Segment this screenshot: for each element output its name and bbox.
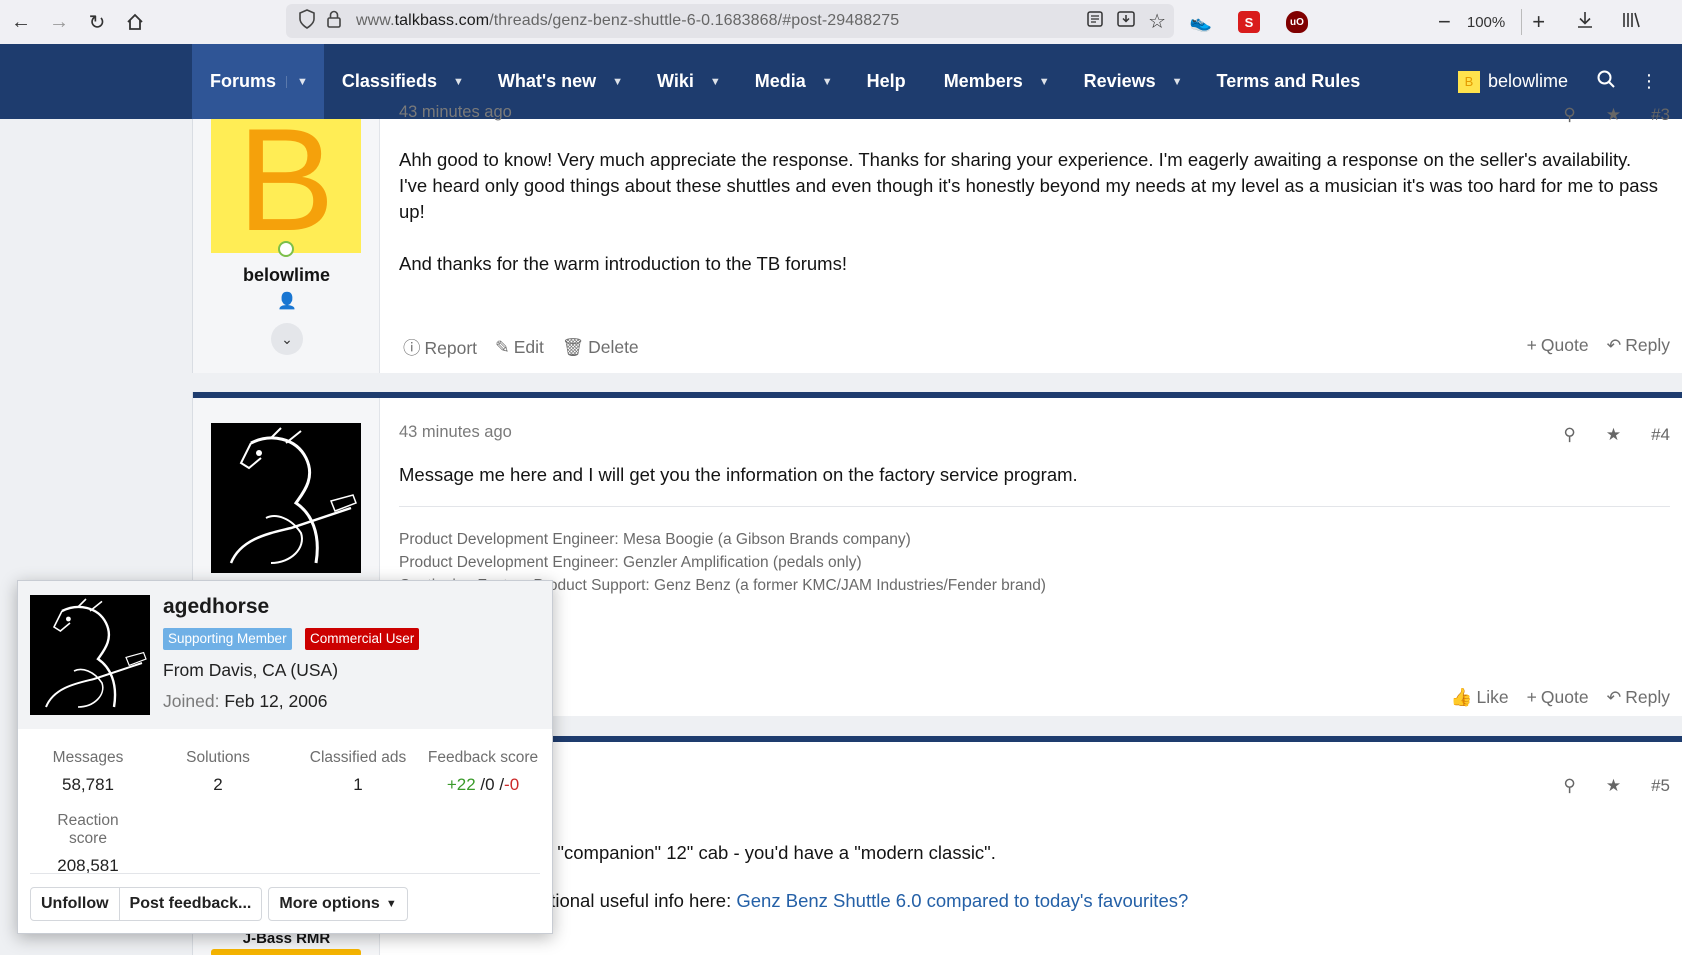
- post-number[interactable]: #3: [1651, 105, 1670, 125]
- stat-solutions: Solutions 2: [186, 749, 250, 794]
- stat-messages: Messages 58,781: [52, 749, 124, 794]
- address-bar[interactable]: www.talkbass.com/threads/genz-benz-shutt…: [286, 4, 1174, 38]
- tab-members[interactable]: Members ▼: [926, 44, 1066, 119]
- tab-media[interactable]: Media ▼: [737, 44, 849, 119]
- user-edit-icon[interactable]: 👤: [277, 291, 297, 311]
- post-3: B belowlime 👤 ⌄ 43 minutes ago ⚲ ★ #3 Ah…: [192, 103, 1682, 373]
- thumbs-up-icon: 👍: [1450, 687, 1473, 707]
- report-button[interactable]: ⓘ Report: [403, 335, 477, 360]
- post-timestamp[interactable]: 43 minutes ago: [399, 103, 512, 122]
- member-tooltip-card: agedhorse Supporting Member Commercial U…: [17, 580, 553, 934]
- reply-button[interactable]: ↶ Reply: [1607, 335, 1670, 356]
- account-username[interactable]: belowlime: [1488, 71, 1568, 92]
- reply-button[interactable]: ↶ Reply: [1607, 687, 1670, 708]
- home-icon[interactable]: [116, 3, 154, 41]
- avatar[interactable]: B: [1457, 70, 1480, 93]
- post-feedback-button[interactable]: Post feedback...: [119, 887, 263, 921]
- share-icon[interactable]: ⚲: [1563, 776, 1575, 796]
- tab-terms-and-rules[interactable]: Terms and Rules: [1199, 44, 1377, 119]
- extension-s-icon[interactable]: S: [1238, 11, 1260, 33]
- more-options-button[interactable]: More options ▼: [268, 887, 408, 921]
- reload-icon[interactable]: ↻: [78, 3, 116, 41]
- library-icon[interactable]: [1621, 10, 1641, 35]
- forum-navigation: Forums ▼ Classifieds ▼ What's new ▼ Wiki ▼ M…: [0, 44, 1682, 119]
- alert-circle-icon: ⓘ: [403, 338, 421, 358]
- thread-link[interactable]: Genz Benz Shuttle 6.0 compared to today'…: [736, 890, 1188, 911]
- tab-wiki[interactable]: Wiki ▼: [639, 44, 737, 119]
- badge-supporting-member: Supporting Member: [163, 628, 292, 650]
- chevron-down-icon[interactable]: ▼: [286, 75, 308, 88]
- chevron-down-icon[interactable]: ▼: [453, 76, 464, 88]
- reply-icon: ↶: [1606, 335, 1622, 355]
- url-text[interactable]: www.talkbass.com/threads/genz-benz-shutt…: [356, 12, 899, 30]
- card-location: From Davis, CA (USA): [163, 660, 339, 680]
- bookmark-icon[interactable]: ★: [1606, 105, 1621, 125]
- save-to-pocket-icon[interactable]: [1116, 10, 1136, 33]
- online-status-icon: [278, 241, 294, 257]
- lock-icon[interactable]: [326, 9, 342, 34]
- share-icon[interactable]: ⚲: [1563, 105, 1575, 125]
- tab-reviews[interactable]: Reviews ▼: [1066, 44, 1199, 119]
- quote-button[interactable]: + Quote: [1527, 335, 1589, 356]
- forward-icon[interactable]: →: [40, 3, 78, 41]
- post-message: Message me here and I will get you the i…: [399, 464, 1078, 485]
- post-divider: [193, 392, 1682, 398]
- plus-icon: +: [1526, 335, 1537, 355]
- edit-button[interactable]: ✎ Edit: [495, 337, 544, 358]
- like-button[interactable]: 👍 Like: [1451, 687, 1509, 708]
- extension-sneaker-icon[interactable]: 👟: [1190, 11, 1212, 33]
- delete-button[interactable]: 🗑 Delete: [562, 337, 639, 358]
- chevron-down-icon[interactable]: ▼: [1172, 76, 1183, 88]
- back-icon[interactable]: ←: [2, 3, 40, 41]
- badge-commercial-user: Commercial User: [305, 628, 420, 650]
- post-username[interactable]: belowlime: [193, 265, 380, 286]
- quote-button[interactable]: + Quote: [1527, 687, 1589, 708]
- ublock-origin-icon[interactable]: uO: [1286, 11, 1308, 33]
- browser-toolbar: ← → ↻ www.talkbass.com/threads/genz-benz…: [0, 0, 1682, 44]
- user-banner: [211, 949, 361, 955]
- card-username[interactable]: agedhorse: [163, 595, 269, 619]
- more-menu-icon[interactable]: ⋮: [1640, 71, 1658, 92]
- unfollow-button[interactable]: Unfollow: [30, 887, 120, 921]
- post-number[interactable]: #5: [1651, 776, 1670, 796]
- chevron-down-icon[interactable]: ▼: [822, 76, 833, 88]
- share-icon[interactable]: ⚲: [1563, 425, 1575, 445]
- post-number[interactable]: #4: [1651, 425, 1670, 445]
- bookmark-star-icon[interactable]: ☆: [1148, 9, 1166, 34]
- stat-feedback-score: Feedback score +22 /0 /-0: [427, 749, 539, 794]
- zoom-out-icon[interactable]: −: [1438, 9, 1451, 35]
- bookmark-icon[interactable]: ★: [1606, 425, 1621, 445]
- plus-icon: +: [1526, 687, 1537, 707]
- card-divider: [30, 873, 540, 874]
- expand-chevron-icon[interactable]: ⌄: [271, 323, 303, 355]
- chevron-down-icon[interactable]: ▼: [1039, 76, 1050, 88]
- caret-down-icon: ▼: [385, 898, 397, 910]
- post-timestamp[interactable]: 43 minutes ago: [399, 423, 512, 442]
- avatar[interactable]: [30, 595, 150, 715]
- zoom-level[interactable]: 100%: [1467, 14, 1505, 31]
- search-icon[interactable]: [1596, 69, 1616, 94]
- signature-divider: [399, 506, 1670, 507]
- avatar[interactable]: [211, 423, 361, 573]
- trash-icon: 🗑: [561, 337, 585, 357]
- post-message: Ahh good to know! Very much appreciate t…: [399, 149, 1659, 274]
- reply-icon: ↶: [1606, 687, 1622, 707]
- post-user-sidebar: B belowlime 👤 ⌄: [193, 119, 380, 373]
- stat-classified-ads: Classified ads 1: [309, 749, 407, 794]
- edit-icon: ✎: [495, 337, 510, 357]
- stat-reaction-score: Reaction score 208,581: [57, 812, 119, 875]
- shield-icon[interactable]: [298, 8, 316, 34]
- reader-view-icon[interactable]: [1086, 10, 1104, 33]
- tab-help[interactable]: Help: [849, 44, 926, 119]
- chevron-down-icon[interactable]: ▼: [710, 76, 721, 88]
- bookmark-icon[interactable]: ★: [1606, 776, 1621, 796]
- zoom-in-icon[interactable]: +: [1521, 9, 1545, 35]
- downloads-icon[interactable]: [1575, 10, 1595, 35]
- avatar[interactable]: B: [211, 119, 361, 253]
- chevron-down-icon[interactable]: ▼: [612, 76, 623, 88]
- card-joined: Joined: Feb 12, 2006: [163, 691, 328, 711]
- tab-forums[interactable]: Forums ▼: [192, 44, 324, 119]
